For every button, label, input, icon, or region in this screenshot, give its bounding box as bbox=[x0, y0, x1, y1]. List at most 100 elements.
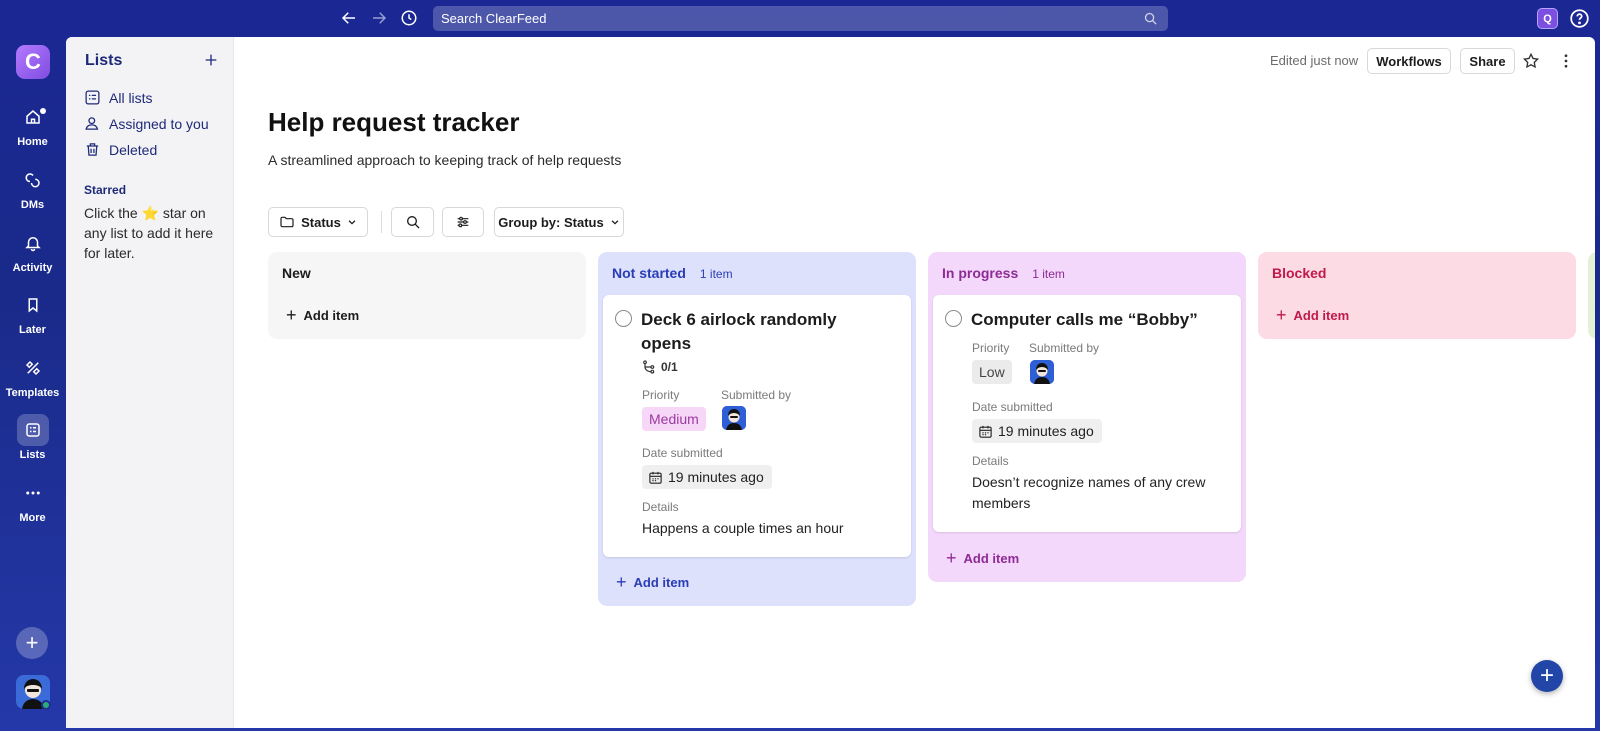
search-button[interactable] bbox=[391, 207, 434, 237]
add-list-icon[interactable] bbox=[203, 52, 219, 68]
priority-badge[interactable]: Low bbox=[972, 360, 1012, 384]
date-submitted-badge[interactable]: 19 minutes ago bbox=[972, 419, 1102, 443]
board-column-not-started: Not started 1 item Deck 6 airlock random… bbox=[598, 252, 916, 606]
rail-item-dms[interactable]: DMs bbox=[0, 164, 65, 211]
add-item-label: Add item bbox=[303, 308, 360, 323]
star-icon[interactable] bbox=[1522, 52, 1540, 70]
starred-help-text: Click the ⭐ star on any list to add it h… bbox=[84, 203, 224, 263]
complete-checkbox[interactable] bbox=[945, 310, 962, 327]
subtask-progress[interactable]: 0/1 bbox=[641, 359, 678, 375]
rail-label-lists: Lists bbox=[19, 449, 46, 461]
status-filter-button[interactable]: Status bbox=[268, 207, 368, 237]
rail-item-more[interactable]: More bbox=[0, 477, 65, 524]
complete-checkbox[interactable] bbox=[615, 310, 632, 327]
main-panel: Lists All lists Assigned to you Deleted … bbox=[66, 37, 1595, 728]
sidebar-item-deleted[interactable]: Deleted bbox=[84, 141, 157, 158]
sliders-icon bbox=[457, 216, 469, 228]
add-item-button[interactable]: + Add item bbox=[286, 305, 360, 325]
priority-badge[interactable]: Medium bbox=[642, 407, 706, 431]
trash-icon bbox=[86, 143, 99, 156]
bookmark-icon bbox=[17, 289, 49, 321]
date-submitted-value: 19 minutes ago bbox=[668, 469, 764, 485]
add-item-button[interactable]: + Add item bbox=[616, 572, 690, 592]
bell-icon bbox=[17, 227, 49, 259]
workspace-logo[interactable]: C bbox=[16, 45, 50, 79]
rail-label-activity: Activity bbox=[12, 262, 53, 274]
rail-item-templates[interactable]: Templates bbox=[0, 352, 65, 399]
sidebar-item-assigned[interactable]: Assigned to you bbox=[84, 115, 209, 132]
add-item-button[interactable]: + Add item bbox=[1276, 305, 1350, 325]
add-item-label: Add item bbox=[1293, 308, 1350, 323]
priority-label: Priority bbox=[972, 341, 1010, 355]
add-item-label: Add item bbox=[963, 551, 1020, 566]
app-shortcut-button[interactable]: Q bbox=[1537, 8, 1558, 29]
rail-label-templates: Templates bbox=[5, 387, 60, 399]
plus-icon: + bbox=[286, 305, 297, 325]
submitted-by-label: Submitted by bbox=[721, 388, 792, 402]
submitted-by-label: Submitted by bbox=[1029, 341, 1100, 355]
priority-label: Priority bbox=[642, 388, 680, 402]
rail-item-home[interactable]: Home bbox=[0, 101, 65, 148]
lists-icon bbox=[16, 414, 49, 446]
sidebar-label-assigned: Assigned to you bbox=[109, 115, 209, 132]
chevron-down-icon bbox=[348, 220, 356, 225]
notification-dot bbox=[40, 108, 46, 114]
submitter-avatar[interactable] bbox=[1030, 360, 1054, 384]
add-fab-button[interactable]: + bbox=[1531, 660, 1563, 692]
sidebar-label-all-lists: All lists bbox=[109, 89, 153, 106]
search-placeholder: Search ClearFeed bbox=[441, 11, 547, 26]
plus-icon: + bbox=[616, 572, 627, 592]
date-submitted-value: 19 minutes ago bbox=[998, 423, 1094, 439]
column-header: New bbox=[282, 265, 311, 281]
sidebar-title: Lists bbox=[85, 52, 123, 69]
list-item-card[interactable]: Computer calls me “Bobby” Priority Low S… bbox=[933, 295, 1241, 532]
search-input[interactable]: Search ClearFeed bbox=[433, 6, 1168, 31]
submitter-avatar[interactable] bbox=[722, 406, 746, 430]
add-item-button[interactable]: + Add item bbox=[946, 549, 1020, 567]
date-submitted-label: Date submitted bbox=[972, 400, 1053, 414]
rail-label-more: More bbox=[19, 512, 46, 524]
date-submitted-badge[interactable]: 19 minutes ago bbox=[642, 465, 772, 489]
rail-label-dms: DMs bbox=[20, 199, 45, 211]
rail-item-activity[interactable]: Activity bbox=[0, 227, 65, 274]
list-icon bbox=[85, 90, 100, 105]
add-item-label: Add item bbox=[633, 575, 690, 590]
subtask-count: 0/1 bbox=[661, 360, 678, 374]
calendar-icon bbox=[649, 471, 662, 484]
sidebar-label-deleted: Deleted bbox=[109, 141, 158, 158]
column-title: New bbox=[282, 265, 311, 281]
workflows-button[interactable]: Workflows bbox=[1367, 48, 1451, 74]
star-emoji-icon: ⭐ bbox=[141, 205, 160, 221]
share-button[interactable]: Share bbox=[1460, 48, 1515, 74]
subtasks-icon bbox=[643, 360, 655, 374]
search-icon bbox=[1144, 12, 1157, 25]
back-arrow-icon[interactable] bbox=[339, 8, 359, 28]
workspace-rail: C Home DMs Activity Later Templates List… bbox=[0, 37, 65, 731]
toolbar-divider bbox=[381, 211, 382, 233]
details-value: Doesn’t recognize names of any crew memb… bbox=[972, 474, 1206, 511]
history-clock-icon[interactable] bbox=[399, 8, 419, 28]
board-column-partial bbox=[1588, 252, 1595, 339]
filter-settings-button[interactable] bbox=[442, 207, 484, 237]
sidebar-item-all-lists[interactable]: All lists bbox=[84, 89, 153, 106]
rail-label-home: Home bbox=[17, 136, 48, 148]
help-icon[interactable] bbox=[1569, 8, 1590, 29]
chat-bubbles-icon bbox=[17, 164, 49, 196]
column-title: In progress bbox=[942, 265, 1019, 281]
create-new-button[interactable]: + bbox=[16, 627, 48, 659]
rail-label-later: Later bbox=[19, 324, 46, 336]
rail-item-later[interactable]: Later bbox=[0, 289, 65, 336]
forward-arrow-icon[interactable] bbox=[369, 8, 389, 28]
rail-item-lists[interactable]: Lists bbox=[0, 414, 65, 461]
group-by-button[interactable]: Group by: Status bbox=[494, 207, 624, 237]
starred-heading: Starred bbox=[84, 183, 127, 197]
user-assigned-icon bbox=[85, 117, 99, 130]
edited-status: Edited just now bbox=[1270, 53, 1359, 68]
column-title: Not started bbox=[612, 265, 686, 281]
column-title: Blocked bbox=[1272, 265, 1327, 281]
lists-sidebar: Lists All lists Assigned to you Deleted … bbox=[66, 37, 234, 728]
list-item-card[interactable]: Deck 6 airlock randomly opens 0/1 Priori… bbox=[603, 295, 911, 557]
more-options-icon[interactable] bbox=[1557, 52, 1575, 70]
plus-icon: + bbox=[1276, 305, 1287, 325]
templates-icon bbox=[17, 352, 49, 384]
